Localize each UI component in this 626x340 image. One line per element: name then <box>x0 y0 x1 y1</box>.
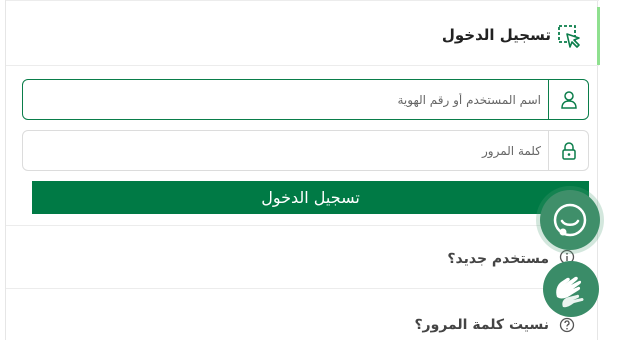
login-button[interactable]: تسجيل الدخول <box>32 181 589 214</box>
username-icon-cell <box>548 80 588 119</box>
password-input[interactable] <box>23 131 549 170</box>
lock-icon <box>561 141 576 160</box>
password-icon-cell <box>548 131 588 170</box>
cursor-select-icon <box>558 25 580 48</box>
login-card-header: تسجيل الدخول <box>6 0 600 66</box>
username-field[interactable] <box>22 79 589 120</box>
login-title: تسجيل الدخول <box>441 26 551 44</box>
help-icon <box>559 317 575 333</box>
chat-icon <box>553 203 587 237</box>
sign-language-icon <box>556 276 584 308</box>
forgot-password-row[interactable]: نسيت كلمة المرور؟ <box>6 288 599 340</box>
username-input[interactable] <box>23 80 549 119</box>
new-user-row[interactable]: مستخدم جديد؟ <box>6 225 599 288</box>
login-card: تسجيل الدخول تسجيل الدخول مستخدم جديد؟ <box>5 0 600 340</box>
header-accent-bar <box>597 7 600 65</box>
user-icon <box>560 90 577 109</box>
sign-language-button[interactable] <box>543 261 599 317</box>
forgot-password-link[interactable]: نسيت كلمة المرور؟ <box>249 317 549 333</box>
chat-button[interactable] <box>540 190 600 250</box>
password-field[interactable] <box>22 130 589 171</box>
new-user-link[interactable]: مستخدم جديد؟ <box>249 251 549 267</box>
